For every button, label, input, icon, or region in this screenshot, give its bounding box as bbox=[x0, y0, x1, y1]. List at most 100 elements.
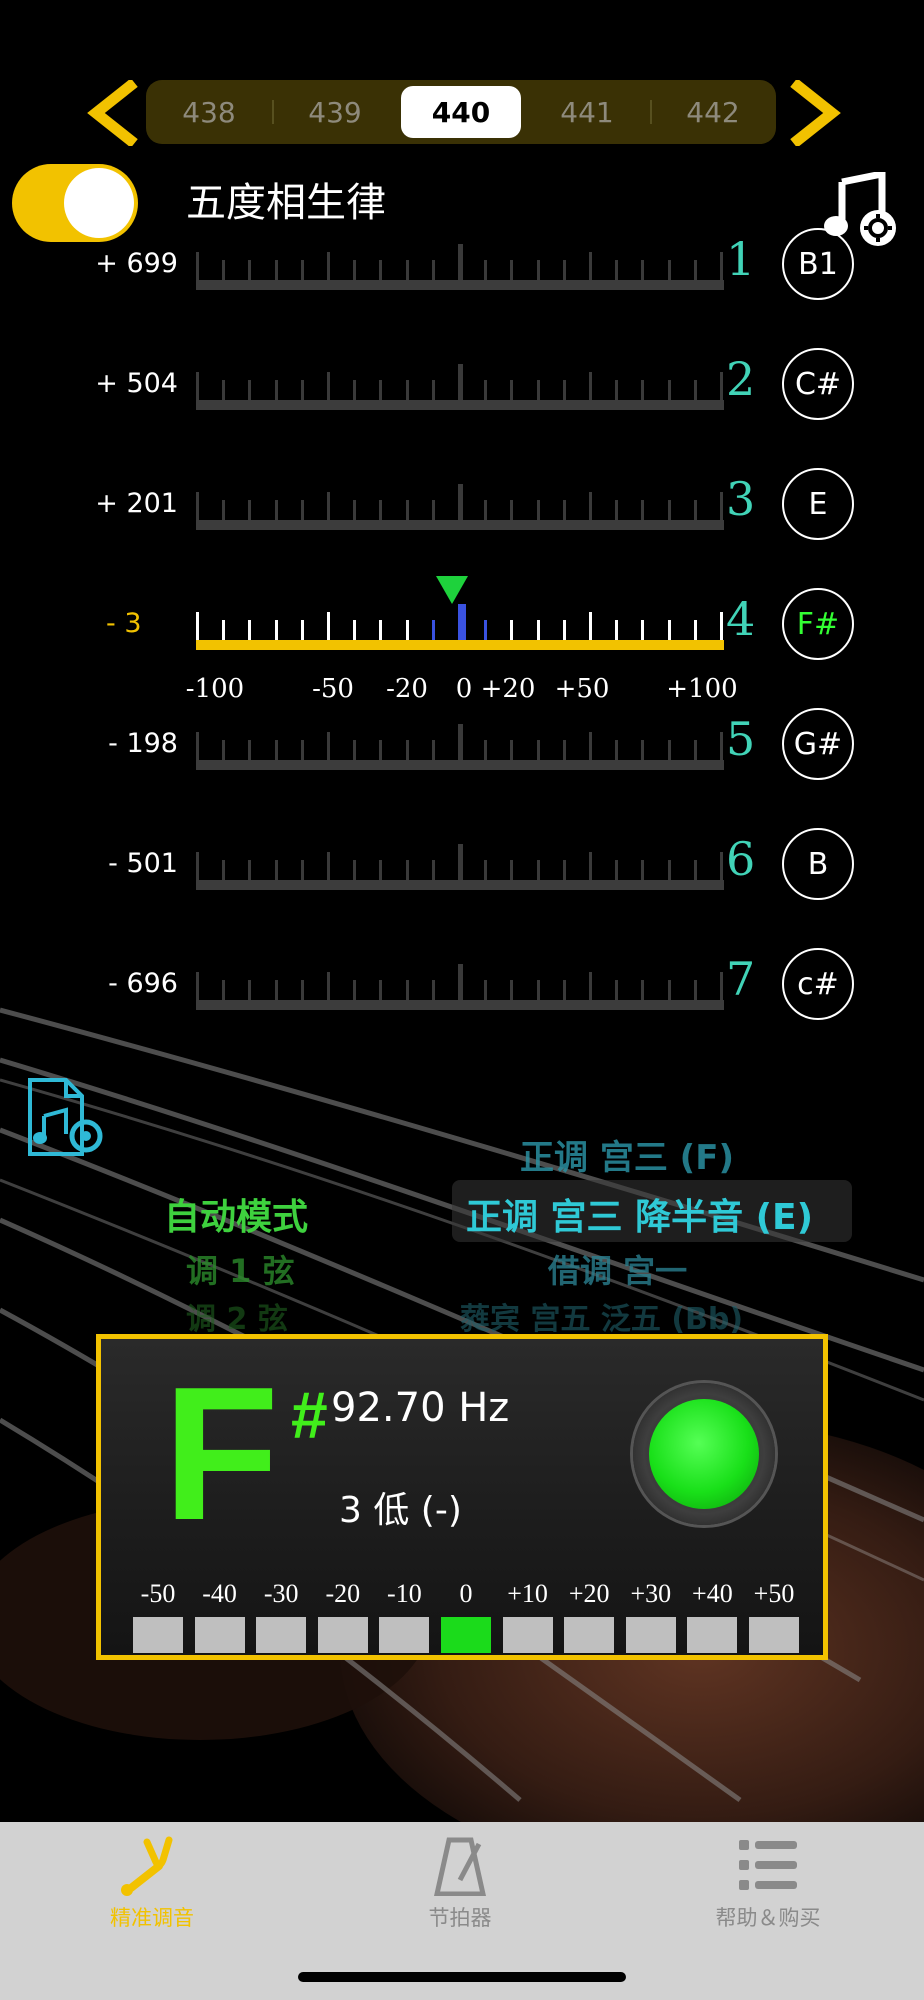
meter-tick bbox=[720, 372, 723, 400]
deviation-step-label: 0 bbox=[459, 1579, 473, 1608]
meter-tick bbox=[300, 380, 304, 400]
meter-tick bbox=[196, 972, 199, 1000]
deviation-readout: 3 低 (-) bbox=[339, 1490, 462, 1531]
string-number: 1 bbox=[726, 232, 756, 286]
meter-tick bbox=[562, 860, 566, 880]
meter-tick bbox=[353, 500, 357, 520]
cents-offset: + 699 bbox=[95, 248, 178, 279]
meter-tick bbox=[458, 724, 463, 760]
meter-tick bbox=[327, 372, 330, 400]
deviation-step-label: +30 bbox=[630, 1579, 672, 1608]
meter-tick bbox=[196, 372, 199, 400]
meter-tick bbox=[510, 980, 514, 1000]
string-row-2: + 504 2 C# bbox=[0, 342, 924, 442]
frequency-option[interactable]: 439 bbox=[272, 86, 395, 138]
meter-tick bbox=[615, 980, 619, 1000]
frequency-option[interactable]: 440 bbox=[401, 86, 521, 138]
meter-tick bbox=[667, 260, 671, 280]
meter-tick bbox=[431, 860, 435, 880]
meter-tick bbox=[562, 620, 566, 640]
meter-tick bbox=[431, 980, 435, 1000]
meter-tick bbox=[589, 732, 592, 760]
tab-metronome-label: 节拍器 bbox=[428, 1906, 492, 1930]
tuner-display-panel: F # 92.70 Hz 3 低 (-) -50 -40 -30 -20 -10 0 +10… bbox=[96, 1334, 828, 1660]
meter-tick bbox=[536, 620, 540, 640]
meter-tick bbox=[379, 260, 383, 280]
string-row-6: - 501 6 B bbox=[0, 822, 924, 922]
note-selector-button[interactable]: B1 bbox=[782, 228, 854, 300]
meter-tick bbox=[720, 732, 723, 760]
deviation-step: +40 bbox=[681, 1579, 743, 1653]
picker-item-tuning-f[interactable]: 正调 宫三 (F) bbox=[520, 1130, 734, 1179]
deviation-step: +10 bbox=[497, 1579, 559, 1653]
deviation-step-box bbox=[441, 1617, 491, 1653]
tab-metronome[interactable]: 节拍器 bbox=[360, 1836, 560, 1932]
meter-tick bbox=[248, 380, 252, 400]
meter-tick bbox=[484, 380, 488, 400]
cents-offset: + 201 bbox=[95, 488, 178, 519]
string-row-5: - 198 5 G# bbox=[0, 702, 924, 802]
deviation-step-box bbox=[749, 1617, 799, 1653]
frequency-option[interactable]: 442 bbox=[650, 86, 773, 138]
string-number: 4 bbox=[726, 592, 756, 646]
picker-item-auto-mode[interactable]: 自动模式 bbox=[164, 1188, 308, 1240]
meter-tick bbox=[589, 972, 592, 1000]
picker-item-string-1[interactable]: 调 1 弦 bbox=[186, 1246, 295, 1292]
meter-tick bbox=[222, 620, 226, 640]
note-selector-button[interactable]: G# bbox=[782, 708, 854, 780]
deviation-step: +50 bbox=[743, 1579, 805, 1653]
deviation-step-box bbox=[379, 1617, 430, 1653]
frequency-option[interactable]: 441 bbox=[527, 86, 647, 138]
meter-tick bbox=[353, 980, 357, 1000]
meter-tick bbox=[248, 620, 252, 640]
meter-tick bbox=[693, 500, 697, 520]
deviation-step-box bbox=[317, 1617, 368, 1653]
metronome-icon bbox=[433, 1837, 487, 1896]
note-selector-button[interactable]: c# bbox=[782, 948, 854, 1020]
meter-tick bbox=[379, 860, 383, 880]
file-music-settings-icon[interactable] bbox=[26, 1076, 106, 1158]
meter-tick bbox=[720, 492, 723, 520]
picker-item-tuning-gong1[interactable]: 借调 宫一 bbox=[548, 1246, 687, 1292]
meter-tick bbox=[667, 380, 671, 400]
meter-tick bbox=[510, 860, 514, 880]
picker-item-tuning-bb[interactable]: 蕤宾 宫五 泛五 (Bb) bbox=[460, 1294, 743, 1338]
note-selector-button[interactable]: C# bbox=[782, 348, 854, 420]
note-selector-button[interactable]: E bbox=[782, 468, 854, 540]
scale-label: -100 bbox=[185, 674, 245, 704]
deviation-step-label: -20 bbox=[325, 1579, 361, 1608]
meter-tick bbox=[562, 740, 566, 760]
meter-tick bbox=[484, 980, 488, 1000]
meter-tick bbox=[615, 860, 619, 880]
meter-tick bbox=[248, 740, 252, 760]
tab-help-purchase[interactable]: 帮助＆购买 bbox=[668, 1836, 868, 1932]
meter-tick bbox=[641, 860, 645, 880]
previous-frequency-button[interactable] bbox=[84, 80, 144, 146]
meter-tick bbox=[431, 260, 435, 280]
next-frequency-button[interactable] bbox=[784, 80, 844, 146]
note-selector-button[interactable]: B bbox=[782, 828, 854, 900]
note-accidental: # bbox=[291, 1378, 328, 1452]
meter-tick bbox=[196, 732, 199, 760]
string-row-7: - 696 7 c# bbox=[0, 942, 924, 1042]
frequency-option[interactable]: 438 bbox=[149, 86, 269, 138]
picker-item-tuning-e-selected[interactable]: 正调 宫三 降半音 (E) bbox=[466, 1188, 813, 1240]
meter-tick bbox=[510, 620, 514, 640]
meter-tick bbox=[536, 740, 540, 760]
deviation-step: +20 bbox=[558, 1579, 620, 1653]
picker-item-string-2[interactable]: 调 2 弦 bbox=[186, 1294, 288, 1338]
deviation-step-box bbox=[502, 1617, 553, 1653]
meter-tick bbox=[536, 500, 540, 520]
frequency-selector: 438 439 440 441 442 bbox=[146, 80, 776, 144]
meter-tick bbox=[353, 620, 357, 640]
meter-tick bbox=[693, 260, 697, 280]
meter-tick bbox=[196, 492, 199, 520]
detected-note: F bbox=[163, 1348, 280, 1560]
note-selector-button[interactable]: F# bbox=[782, 588, 854, 660]
meter-tick bbox=[222, 740, 226, 760]
meter-tick bbox=[196, 612, 199, 640]
deviation-step-label: -50 bbox=[140, 1579, 176, 1608]
tab-precise-tuning[interactable]: 精准调音 bbox=[52, 1836, 252, 1932]
deviation-step-label: +20 bbox=[568, 1579, 610, 1608]
deviation-step: 0 bbox=[435, 1579, 497, 1653]
